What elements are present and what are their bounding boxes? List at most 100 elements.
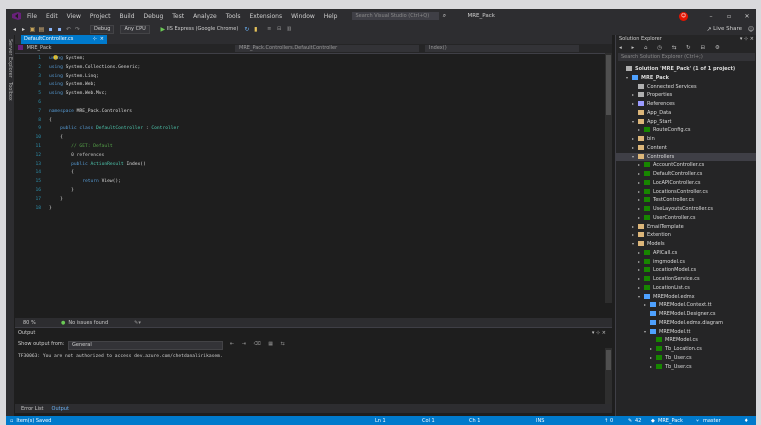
status-up-count[interactable]: 0 — [610, 418, 613, 424]
menu-item-test[interactable]: Test — [172, 13, 184, 20]
code-line[interactable]: 4 using System.Web; — [15, 81, 612, 90]
search-input[interactable]: Search Visual Studio (Ctrl+Q) — [352, 12, 440, 20]
menu-item-extensions[interactable]: Extensions — [250, 13, 283, 20]
solution-explorer-search[interactable]: Search Solution Explorer (Ctrl+;) — [618, 53, 755, 61]
close-tab-icon[interactable]: × — [100, 35, 104, 44]
code-line[interactable]: 18} — [15, 205, 612, 214]
issues-status[interactable]: No issues found — [68, 320, 108, 326]
run-target-button[interactable]: IIS Express (Google Chrome) — [167, 26, 239, 32]
status-bell-icon[interactable]: ♦ — [744, 418, 748, 424]
solution-tree-item[interactable]: Solution 'MRE_Pack' (1 of 1 project) — [616, 65, 756, 74]
solution-tree-item[interactable]: ▸ UserController.cs — [616, 214, 756, 223]
code-line[interactable]: 14 { — [15, 169, 612, 178]
close-button[interactable]: ✕ — [738, 13, 756, 20]
save-icon[interactable]: ▪ — [46, 26, 55, 33]
solution-tree-item[interactable]: ▸ Tb_Location.cs — [616, 345, 756, 354]
solution-tree-item[interactable]: ▸ UseLayoutsController.cs — [616, 205, 756, 214]
code-line[interactable]: 13 public ActionResult Index() — [15, 161, 612, 170]
menu-item-debug[interactable]: Debug — [144, 13, 164, 20]
solution-tree-item[interactable]: MREModel.edmx.diagram — [616, 319, 756, 328]
code-line[interactable]: 9 public class DefaultController : Contr… — [15, 125, 612, 134]
status-branch[interactable]: master — [703, 418, 721, 424]
code-line[interactable]: 7 namespace MRE_Pack.Controllers — [15, 108, 612, 117]
status-repo[interactable]: MRE_Pack — [658, 418, 683, 424]
code-line[interactable]: 15 return View(); — [15, 178, 612, 187]
solution-tree-item[interactable]: ▾ MREModel.edmx — [616, 293, 756, 302]
server-explorer-tab[interactable]: Server Explorer — [7, 39, 13, 78]
solution-tree-item[interactable]: ▸ RouteConfig.cs — [616, 126, 756, 135]
code-line[interactable]: 1 using System; — [15, 55, 612, 64]
code-line[interactable]: 3 using System.Linq; — [15, 73, 612, 82]
toolbox-tab[interactable]: Toolbox — [7, 82, 13, 101]
save-all-icon[interactable]: ▪ — [55, 26, 64, 33]
solution-tree-item[interactable]: ▸ Properties — [616, 91, 756, 100]
status-pending-count[interactable]: 42 — [635, 418, 641, 424]
pin-icon[interactable]: ⊹ — [93, 35, 97, 44]
menu-item-edit[interactable]: Edit — [46, 13, 58, 20]
code-line[interactable]: 12 0 references — [15, 152, 612, 161]
menu-item-help[interactable]: Help — [324, 13, 338, 20]
menu-item-view[interactable]: View — [67, 13, 81, 20]
solution-tree-item[interactable]: ▸ LocAPIController.cs — [616, 179, 756, 188]
menu-item-build[interactable]: Build — [119, 13, 134, 20]
document-tab[interactable]: DefaultController.cs ⊹ × — [21, 35, 107, 44]
solution-tree-item[interactable]: ▸ EmailTemplate — [616, 223, 756, 232]
run-icon[interactable]: ▶ — [159, 26, 167, 33]
undo-icon[interactable]: ↶ — [64, 26, 73, 33]
code-line[interactable]: 10 { — [15, 134, 612, 143]
output-scrollbar-thumb[interactable] — [606, 350, 611, 370]
member-dropdown[interactable]: Index() — [425, 45, 579, 52]
solution-tree-item[interactable]: ▸ AccountController.cs — [616, 161, 756, 170]
output-toolbar-icons[interactable]: ⇤ ⇥ ⌫ ▦ ⇆ — [230, 341, 288, 347]
minimize-button[interactable]: – — [702, 13, 720, 20]
new-item-icon[interactable]: ▣ — [28, 26, 37, 33]
solution-tree-item[interactable]: ▾ Controllers — [616, 152, 756, 162]
code-line[interactable]: 11 // GET: Default — [15, 143, 612, 152]
solution-tree-item[interactable]: ▾ MREModel.tt — [616, 328, 756, 337]
code-line[interactable]: 16 } — [15, 187, 612, 196]
error-list-tab[interactable]: Error List — [21, 406, 44, 412]
redo-icon[interactable]: ↷ — [73, 26, 82, 33]
solution-tree-item[interactable]: Connected Services — [616, 83, 756, 92]
open-icon[interactable]: ▤ — [37, 26, 46, 33]
code-line[interactable]: 6 — [15, 99, 612, 108]
menu-item-window[interactable]: Window — [291, 13, 315, 20]
solution-tree-item[interactable]: ▸ Tb_User.cs — [616, 363, 756, 372]
forward-icon[interactable]: ▸ — [19, 26, 28, 33]
code-line[interactable]: 5 using System.Web.Mvc; — [15, 90, 612, 99]
menu-item-file[interactable]: File — [27, 13, 37, 20]
back-icon[interactable]: ◂ — [10, 26, 19, 33]
output-tab[interactable]: Output — [52, 406, 69, 412]
configuration-dropdown[interactable]: Debug — [90, 24, 115, 34]
solution-tree-item[interactable]: ▾ Models — [616, 240, 756, 249]
solution-tree-item[interactable]: MREModel.Designer.cs — [616, 310, 756, 319]
solution-tree-item[interactable]: ▸ APICall.cs — [616, 249, 756, 258]
search-icon[interactable]: ⌕ — [439, 12, 449, 20]
maximize-button[interactable]: ▫ — [720, 13, 738, 20]
solution-tree-item[interactable]: ▸ DefaultController.cs — [616, 170, 756, 179]
solution-tree-item[interactable]: ▸ imgmodel.cs — [616, 258, 756, 267]
solution-tree-item[interactable]: ▸ LocationService.cs — [616, 275, 756, 284]
solution-tree-item[interactable]: ▸ Tb_User.cs — [616, 354, 756, 363]
code-line[interactable]: 2 using System.Collections.Generic; — [15, 64, 612, 73]
output-source-dropdown[interactable]: General — [68, 341, 223, 350]
se-toolbar-icons[interactable]: ◂ ▸ ⌂ ◷ ⇆ ↻ ⊟ ⚙ — [619, 45, 724, 51]
feedback-icon[interactable]: ☺ — [746, 26, 756, 33]
zoom-dropdown[interactable]: 80 % — [23, 320, 51, 326]
solution-tree-item[interactable]: ▾ MRE_Pack — [616, 74, 756, 83]
live-share-icon[interactable]: ↗ — [705, 26, 713, 33]
solution-explorer-controls[interactable]: ▾ ⊹ × — [740, 35, 754, 43]
toolbar-misc-icon[interactable]: ≡ ⊟ ▥ — [260, 26, 300, 32]
notification-icon[interactable]: ☺ — [679, 11, 688, 21]
code-line[interactable]: 17 } — [15, 196, 612, 205]
menu-item-analyze[interactable]: Analyze — [193, 13, 217, 20]
solution-tree-item[interactable]: ▸ Content — [616, 144, 756, 153]
output-panel-controls[interactable]: ▾ ⊹ × — [592, 330, 606, 336]
solution-tree-item[interactable]: ▸ References — [616, 100, 756, 109]
solution-tree-item[interactable]: ▸ TestController.cs — [616, 196, 756, 205]
output-scrollbar[interactable] — [605, 348, 612, 404]
solution-tree-item[interactable]: ▾ App_Start — [616, 118, 756, 127]
solution-tree-item[interactable]: ▸ LocationsController.cs — [616, 188, 756, 197]
project-dropdown[interactable]: MRE_Pack — [18, 45, 168, 52]
code-cleanup-icon[interactable]: ✎▾ — [134, 320, 141, 326]
